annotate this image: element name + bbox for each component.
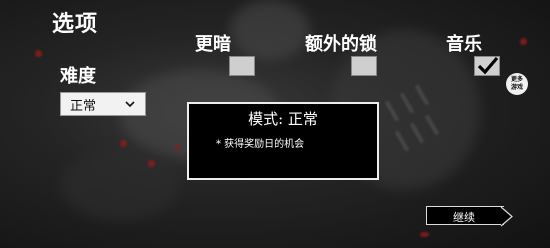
more-games-button[interactable]: 更多 游戏 (506, 73, 528, 95)
extra-locks-checkbox[interactable] (351, 56, 377, 76)
mode-info-panel: 模式: 正常 * 获得奖励日的机会 (187, 102, 379, 180)
mode-description: * 获得奖励日的机会 (216, 139, 305, 150)
more-games-line1: 更多 (510, 76, 523, 83)
continue-button-label: 继续 (453, 211, 475, 224)
chevron-down-icon (125, 101, 135, 108)
checkmark-icon (477, 56, 499, 75)
extra-locks-option-label: 额外的锁 (305, 34, 377, 55)
darker-option-label: 更暗 (195, 34, 231, 55)
music-checkbox[interactable] (474, 56, 500, 76)
darker-checkbox[interactable] (229, 56, 255, 76)
mode-title: 模式: 正常 (248, 110, 318, 128)
more-games-line2: 游戏 (510, 84, 523, 91)
difficulty-selected-value: 正常 (70, 98, 97, 114)
music-option-label: 音乐 (446, 34, 482, 55)
page-title: 选项 (52, 12, 99, 37)
difficulty-dropdown[interactable]: 正常 (60, 92, 146, 116)
continue-button[interactable]: 继续 (426, 206, 513, 227)
arrow-right-icon (500, 206, 513, 227)
difficulty-label: 难度 (60, 66, 96, 87)
